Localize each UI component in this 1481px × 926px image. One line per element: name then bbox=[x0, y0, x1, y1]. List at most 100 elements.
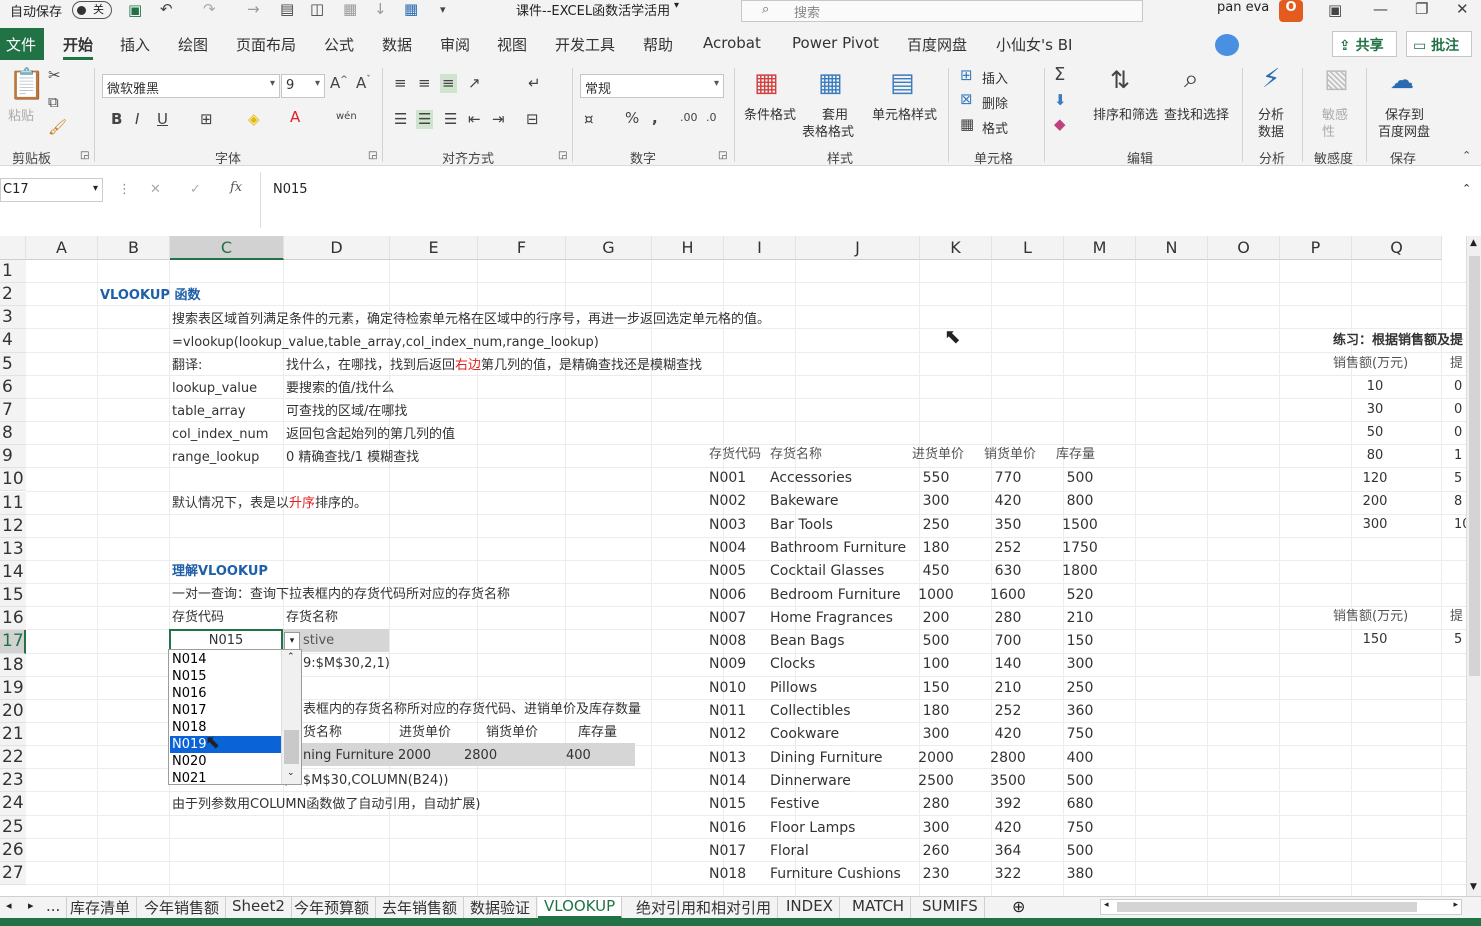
column-header-c[interactable]: C bbox=[170, 236, 284, 260]
orientation-icon[interactable]: ↗ bbox=[468, 76, 481, 91]
tab-power-pivot[interactable]: Power Pivot bbox=[792, 34, 879, 52]
fx-icon[interactable]: fx bbox=[230, 180, 242, 195]
vertical-scrollbar[interactable]: ▲ ▼ bbox=[1466, 236, 1481, 896]
scroll-thumb[interactable] bbox=[1117, 902, 1417, 912]
dropdown-option[interactable]: N021 bbox=[172, 770, 207, 787]
table-format-label-2[interactable]: 表格格式 bbox=[802, 121, 854, 140]
align-left-icon[interactable]: ☰ bbox=[394, 112, 407, 127]
dropdown-option[interactable]: N018 bbox=[172, 719, 207, 736]
column-header-n[interactable]: N bbox=[1136, 236, 1208, 260]
grow-font-icon[interactable]: A^ bbox=[330, 76, 348, 91]
copy-icon[interactable]: ⧉ bbox=[48, 95, 59, 110]
row-header-2[interactable]: 2 bbox=[0, 283, 26, 307]
save-baidu-label-2[interactable]: 百度网盘 bbox=[1378, 121, 1430, 140]
font-launcher-icon[interactable]: ◲ bbox=[368, 151, 377, 161]
user-name[interactable]: pan eva bbox=[1217, 0, 1269, 15]
cancel-icon[interactable]: ✕ bbox=[150, 182, 161, 197]
sheet-tab[interactable]: 数据验证 bbox=[464, 897, 538, 919]
close-icon[interactable]: ✕ bbox=[1456, 2, 1469, 17]
merge-center-icon[interactable]: ⊟ bbox=[526, 112, 539, 127]
baidu-cloud-icon[interactable]: ☁ bbox=[1390, 68, 1414, 92]
layout-icon[interactable]: ◫ bbox=[310, 2, 324, 17]
row-header-26[interactable]: 26 bbox=[0, 838, 26, 862]
add-sheet-icon[interactable]: ⊕ bbox=[1012, 897, 1025, 916]
autosum-icon[interactable]: Σ bbox=[1054, 66, 1065, 84]
form-icon[interactable]: ▦ bbox=[343, 2, 357, 17]
row-header-20[interactable]: 20 bbox=[0, 699, 26, 723]
dropdown-option[interactable]: N020 bbox=[172, 753, 207, 770]
sheet-tab[interactable]: 今年预算额 bbox=[288, 897, 377, 919]
column-header-k[interactable]: K bbox=[920, 236, 992, 260]
sensitivity-icon[interactable]: ▧ bbox=[1324, 66, 1349, 92]
analyze-data-icon[interactable]: ⚡ bbox=[1262, 66, 1280, 92]
row-header-14[interactable]: 14 bbox=[0, 560, 26, 585]
row-header-9[interactable]: 9 bbox=[0, 445, 26, 469]
column-header-q[interactable]: Q bbox=[1352, 236, 1442, 260]
table-format-icon[interactable]: ▦ bbox=[818, 70, 843, 96]
font-size-select[interactable]: 9 ▾ bbox=[281, 74, 325, 98]
number-format-select[interactable]: 常规 ▾ bbox=[580, 74, 724, 98]
column-header-b[interactable]: B bbox=[98, 236, 170, 260]
column-header-i[interactable]: I bbox=[724, 236, 796, 260]
row-header-15[interactable]: 15 bbox=[0, 584, 26, 608]
dropdown-option[interactable]: N017 bbox=[172, 702, 207, 719]
office-icon[interactable]: O bbox=[1279, 0, 1303, 22]
sheet-tab[interactable]: MATCH bbox=[846, 897, 912, 919]
row-header-10[interactable]: 10 bbox=[0, 468, 26, 492]
scroll-up-icon[interactable]: ▲ bbox=[1470, 238, 1477, 248]
undo-icon[interactable]: ↶ bbox=[160, 2, 173, 17]
download-icon[interactable]: ↓ bbox=[374, 2, 387, 17]
italic-icon[interactable]: I bbox=[135, 112, 139, 127]
restore-icon[interactable]: ❐ bbox=[1415, 2, 1428, 17]
increase-indent-icon[interactable]: ⇥ bbox=[492, 112, 505, 127]
dropdown-option[interactable]: N015 bbox=[172, 668, 207, 685]
minimize-icon[interactable]: — bbox=[1373, 2, 1388, 17]
next-sheet-icon[interactable]: ▸ bbox=[28, 899, 34, 912]
ribbon-display-icon[interactable]: ▣ bbox=[1328, 3, 1342, 18]
sort-filter-label[interactable]: 排序和筛选 bbox=[1093, 104, 1158, 123]
row-header-25[interactable]: 25 bbox=[0, 815, 26, 839]
tab-data[interactable]: 数据 bbox=[382, 34, 412, 55]
align-right-icon[interactable]: ☰ bbox=[444, 112, 457, 127]
format-cells-label[interactable]: 格式 bbox=[982, 118, 1008, 137]
row-header-5[interactable]: 5 bbox=[0, 352, 26, 376]
find-select-icon[interactable]: ⌕ bbox=[1184, 66, 1199, 92]
collapse-ribbon-icon[interactable]: ⌃ bbox=[1462, 150, 1471, 161]
tab-help[interactable]: 帮助 bbox=[643, 34, 673, 55]
tab-bi[interactable]: 小仙女's BI bbox=[996, 34, 1072, 55]
currency-icon[interactable]: ¤ bbox=[584, 112, 594, 127]
format-painter-icon[interactable]: 🖌 bbox=[48, 120, 67, 135]
expand-formula-icon[interactable]: ⌃ bbox=[1462, 182, 1471, 195]
column-header-g[interactable]: G bbox=[566, 236, 652, 260]
sheet-tab[interactable]: INDEX bbox=[780, 897, 840, 919]
comment-button[interactable]: ▭ 批注 bbox=[1406, 31, 1472, 57]
tab-developer[interactable]: 开发工具 bbox=[555, 34, 615, 55]
column-header-l[interactable]: L bbox=[992, 236, 1064, 260]
increase-decimal-icon[interactable]: .00 bbox=[680, 112, 698, 123]
align-bottom-icon[interactable]: ≡ bbox=[440, 74, 457, 93]
row-header-24[interactable]: 24 bbox=[0, 792, 26, 816]
delete-cells-icon[interactable]: ⊠ bbox=[960, 92, 973, 107]
dropdown-option[interactable]: N019 bbox=[170, 736, 281, 753]
font-color-icon[interactable]: A bbox=[290, 110, 300, 125]
column-header-d[interactable]: D bbox=[284, 236, 390, 260]
column-header-a[interactable]: A bbox=[26, 236, 98, 260]
conditional-format-label[interactable]: 条件格式 bbox=[744, 104, 796, 123]
dropdown-option[interactable]: N016 bbox=[172, 685, 207, 702]
cut-icon[interactable]: ✂ bbox=[48, 68, 61, 83]
underline-icon[interactable]: U bbox=[157, 112, 168, 127]
enter-icon[interactable]: ✓ bbox=[190, 182, 201, 197]
insert-cells-label[interactable]: 插入 bbox=[982, 68, 1008, 87]
tab-formulas[interactable]: 公式 bbox=[324, 34, 354, 55]
tab-draw[interactable]: 绘图 bbox=[178, 34, 208, 55]
shrink-font-icon[interactable]: Aˇ bbox=[356, 76, 371, 91]
fill-icon[interactable]: ⬇ bbox=[1054, 93, 1067, 108]
row-header-4[interactable]: 4 bbox=[0, 329, 26, 353]
decrease-indent-icon[interactable]: ⇤ bbox=[468, 112, 481, 127]
delete-cells-label[interactable]: 删除 bbox=[982, 93, 1008, 112]
conditional-format-icon[interactable]: ▦ bbox=[754, 70, 779, 96]
row-header-18[interactable]: 18 bbox=[0, 653, 26, 677]
number-launcher-icon[interactable]: ◲ bbox=[718, 151, 727, 161]
column-header-f[interactable]: F bbox=[478, 236, 566, 260]
tab-acrobat[interactable]: Acrobat bbox=[703, 34, 761, 52]
